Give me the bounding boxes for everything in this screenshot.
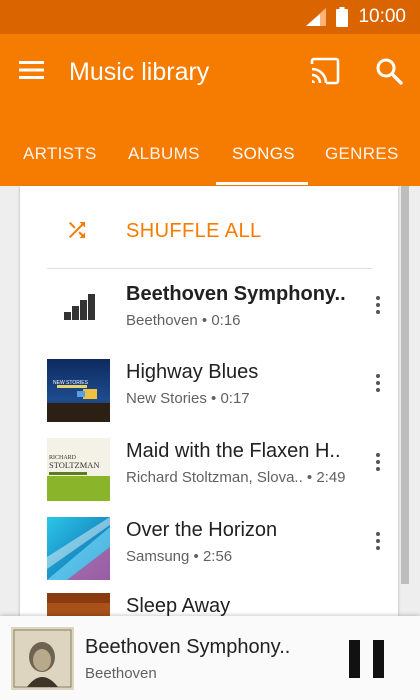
album-art: RICHARD STOLTZMAN <box>47 438 110 501</box>
album-art <box>11 627 74 690</box>
song-subtitle: Beethoven • 0:16 <box>126 312 241 329</box>
status-bar: 10:00 <box>0 0 420 34</box>
album-art-text: STOLTZMAN <box>49 460 100 470</box>
song-subtitle: Richard Stoltzman, Slova.. • 2:49 <box>126 469 346 486</box>
player-artist: Beethoven <box>85 665 157 682</box>
status-icons: 10:00 <box>306 6 406 28</box>
song-row-now-playing[interactable]: Beethoven Symphony.. Beethoven • 0:16 <box>20 274 398 350</box>
song-subtitle: New Stories • 0:17 <box>126 390 250 407</box>
battery-icon <box>336 7 349 27</box>
song-row[interactable]: NEW STORIES Highway Blues New Stories • … <box>20 352 398 428</box>
album-art <box>47 517 110 580</box>
song-subtitle: Samsung • 2:56 <box>126 548 233 565</box>
album-art <box>47 593 110 616</box>
status-time: 10:00 <box>358 6 406 27</box>
more-options-button[interactable] <box>368 369 388 397</box>
song-list: SHUFFLE ALL Beethoven Symphony.. Beethov… <box>20 186 398 616</box>
album-art: NEW STORIES <box>47 359 110 422</box>
tab-genres[interactable]: GENRES <box>325 134 399 186</box>
song-title: Over the Horizon <box>126 519 278 541</box>
pause-button[interactable] <box>349 640 385 678</box>
menu-button[interactable] <box>18 58 46 82</box>
song-title: Beethoven Symphony.. <box>126 283 346 305</box>
tab-indicator <box>216 182 308 185</box>
song-row[interactable]: Sleep Away <box>20 586 398 616</box>
tab-bar: ARTISTS ALBUMS SONGS GENRES <box>0 134 420 186</box>
scrollbar[interactable] <box>401 186 409 584</box>
song-row[interactable]: Over the Horizon Samsung • 2:56 <box>20 510 398 586</box>
pause-icon <box>373 640 384 678</box>
song-title: Highway Blues <box>126 361 259 383</box>
album-art-text: NEW STORIES <box>53 380 89 386</box>
shuffle-all-label: SHUFFLE ALL <box>126 220 262 242</box>
app-bar: Music library ARTISTS ALBUMS SONGS GENRE… <box>0 34 420 186</box>
signal-icon <box>306 8 327 26</box>
player-title: Beethoven Symphony.. <box>85 636 291 658</box>
pause-icon <box>349 640 360 678</box>
more-options-button[interactable] <box>368 527 388 555</box>
shuffle-icon <box>69 222 85 238</box>
song-title: Maid with the Flaxen H.. <box>126 440 341 462</box>
tab-songs[interactable]: SONGS <box>232 134 295 186</box>
divider <box>47 268 373 269</box>
page-title: Music library <box>69 58 210 86</box>
search-icon <box>376 58 403 85</box>
cast-button[interactable] <box>308 56 342 86</box>
menu-icon <box>19 61 44 79</box>
now-playing-bar[interactable]: Beethoven Symphony.. Beethoven <box>0 616 420 700</box>
more-options-button[interactable] <box>368 448 388 476</box>
shuffle-all-button[interactable]: SHUFFLE ALL <box>20 186 398 268</box>
song-row[interactable]: RICHARD STOLTZMAN Maid with the Flaxen H… <box>20 431 398 507</box>
tab-albums[interactable]: ALBUMS <box>128 134 200 186</box>
cast-icon <box>310 57 340 85</box>
more-options-button[interactable] <box>368 291 388 319</box>
song-title: Sleep Away <box>126 595 231 616</box>
tab-artists[interactable]: ARTISTS <box>23 134 97 186</box>
search-button[interactable] <box>374 56 404 86</box>
equalizer-icon <box>47 281 110 344</box>
